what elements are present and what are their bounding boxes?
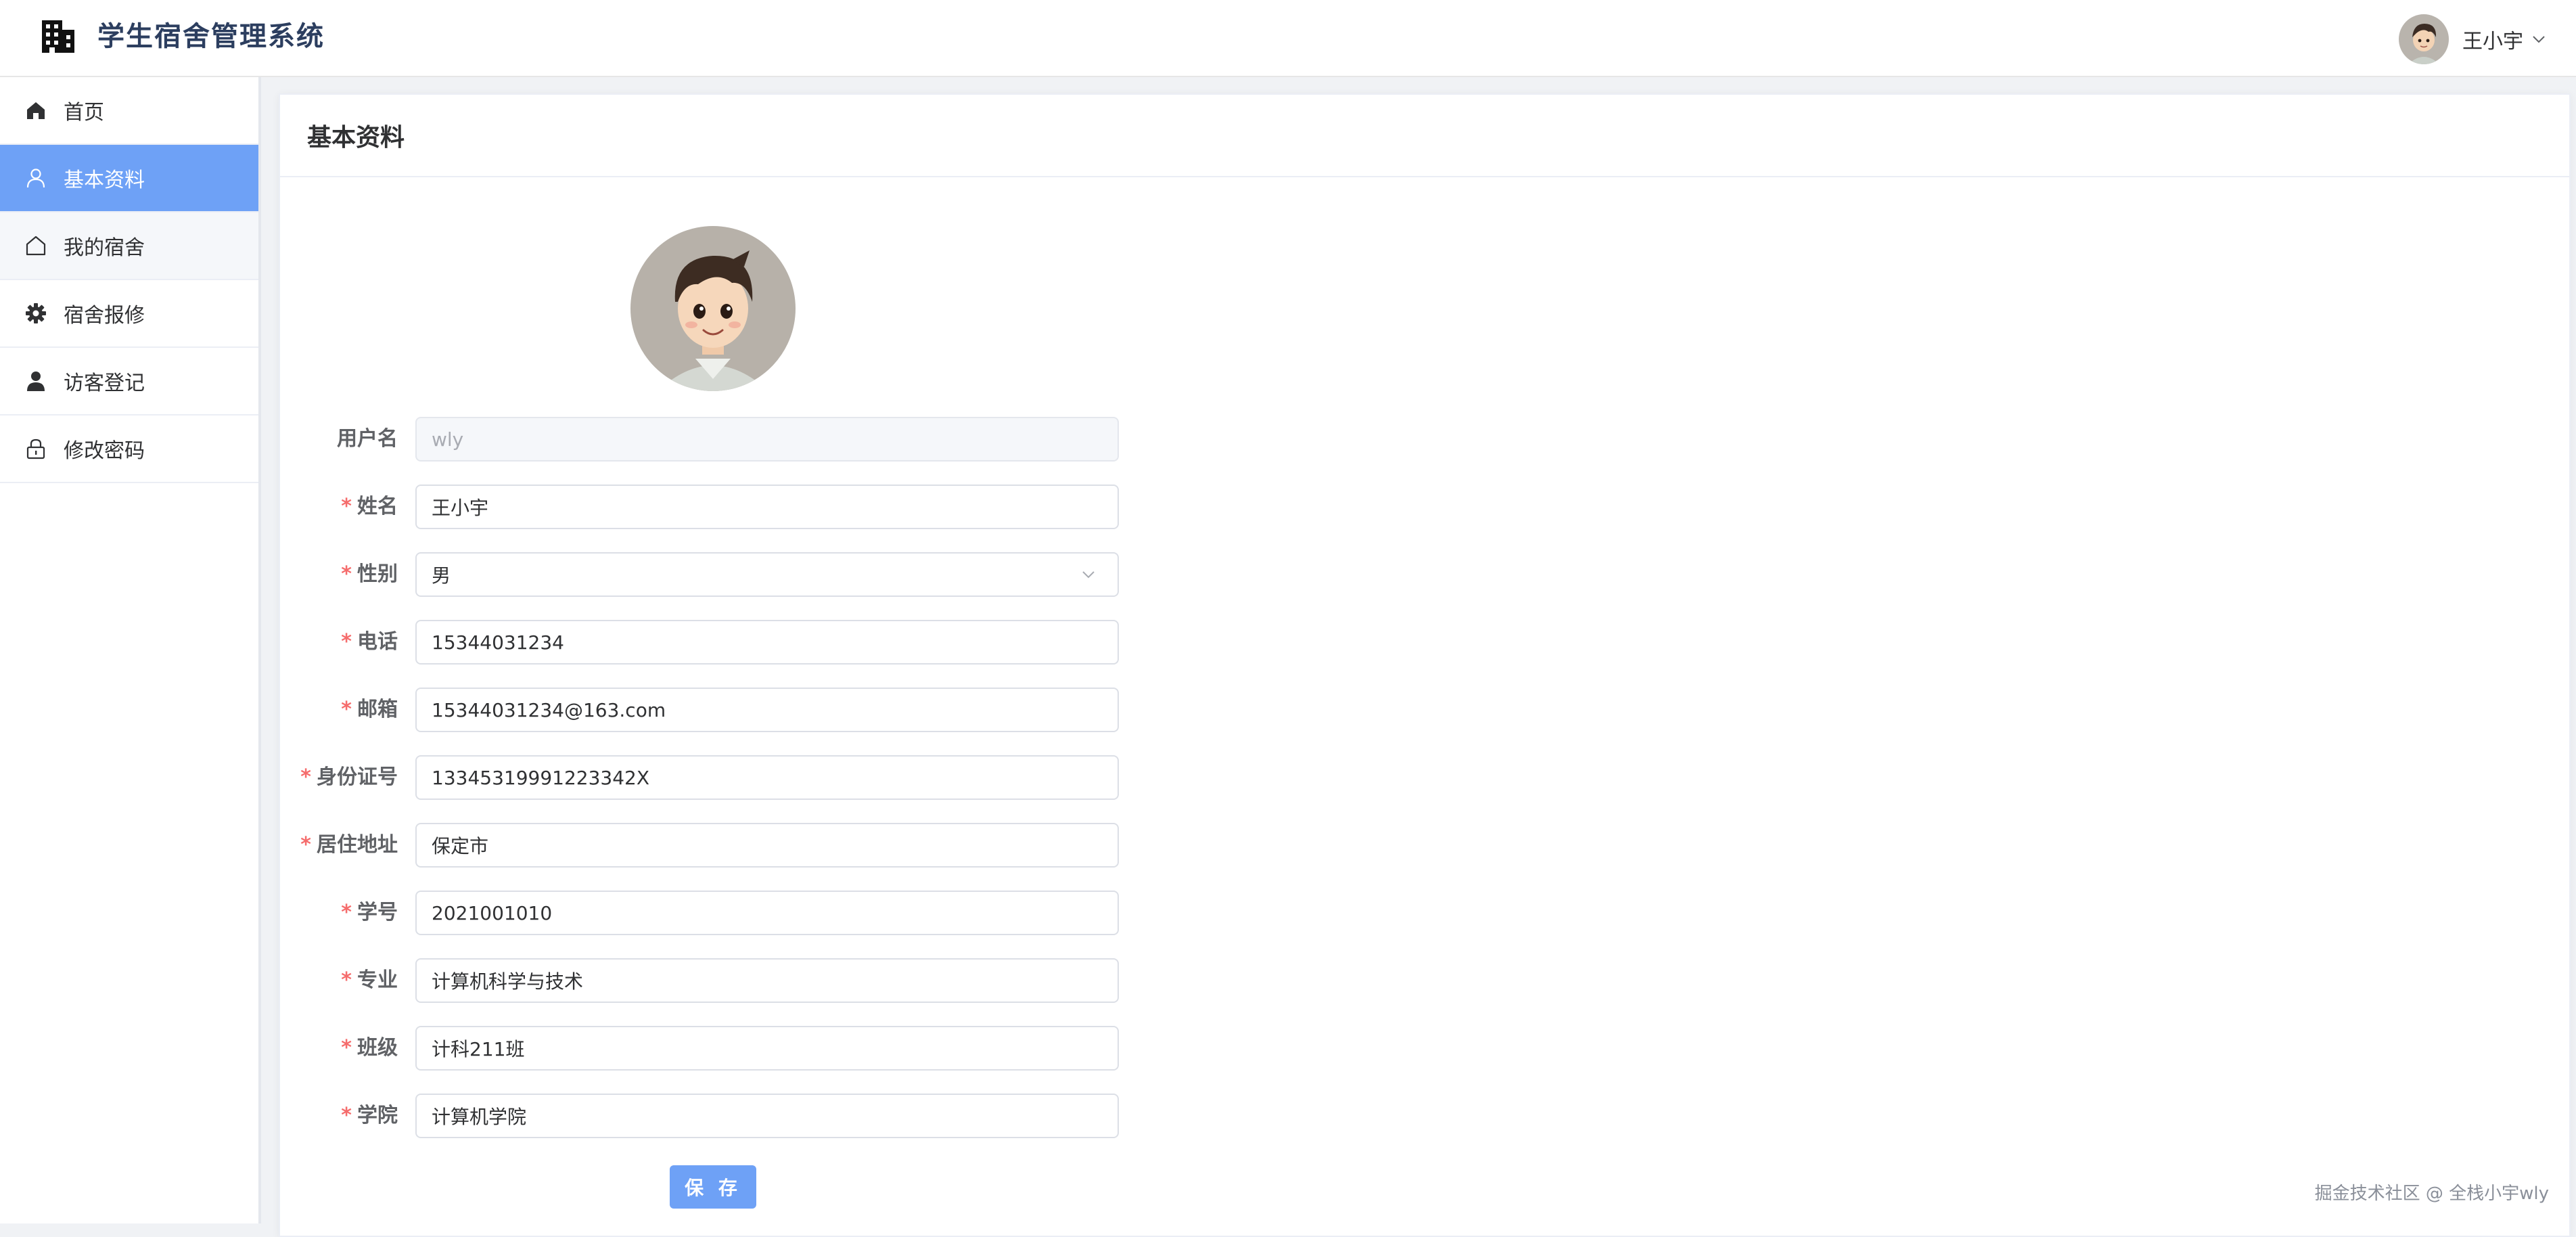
name-label: * 姓名 bbox=[341, 495, 398, 518]
sidebar-item-my-dorm[interactable]: 我的宿舍 bbox=[0, 212, 258, 280]
form-row-college: * 学院 bbox=[280, 1094, 1119, 1138]
app-title: 学生宿舍管理系统 bbox=[97, 21, 325, 52]
address-field[interactable] bbox=[415, 823, 1119, 868]
sidebar-item-home[interactable]: 首页 bbox=[0, 77, 258, 145]
page-title: 基本资料 bbox=[280, 95, 2569, 177]
sidebar-item-label: 我的宿舍 bbox=[64, 236, 145, 260]
home-icon bbox=[27, 102, 45, 119]
gender-label: * 性别 bbox=[341, 562, 398, 586]
class-field[interactable] bbox=[415, 1026, 1119, 1071]
username-field[interactable] bbox=[415, 417, 1119, 462]
student-no-label: * 学号 bbox=[341, 901, 398, 924]
user-menu[interactable]: 王小宇 bbox=[2399, 14, 2548, 65]
sidebar-item-label: 首页 bbox=[64, 101, 104, 125]
sidebar-item-label: 修改密码 bbox=[64, 439, 145, 463]
building-icon bbox=[42, 20, 74, 53]
top-header: 学生宿舍管理系统 王小宇 bbox=[0, 0, 2576, 77]
user-filled-icon bbox=[27, 372, 45, 391]
sidebar-item-visitors[interactable]: 访客登记 bbox=[0, 348, 258, 415]
sidebar-item-repair[interactable]: 宿舍报修 bbox=[0, 280, 258, 348]
form-row-gender: * 性别 bbox=[280, 552, 1119, 597]
college-label: * 学院 bbox=[341, 1104, 398, 1127]
phone-field[interactable] bbox=[415, 620, 1119, 665]
user-outline-icon bbox=[26, 168, 45, 188]
sidebar-item-label: 访客登记 bbox=[64, 372, 145, 395]
brand: 学生宿舍管理系统 bbox=[39, 18, 325, 55]
form-row-email: * 邮箱 bbox=[280, 688, 1119, 732]
watermark: 掘金技术社区 @ 全栈小宇wly bbox=[2314, 1184, 2549, 1204]
chevron-down-icon[interactable] bbox=[2530, 30, 2548, 48]
name-field[interactable] bbox=[415, 485, 1119, 529]
chevron-down-icon[interactable] bbox=[1080, 566, 1097, 583]
form-row-student-no: * 学号 bbox=[280, 891, 1119, 935]
address-label: * 居住地址 bbox=[300, 833, 398, 857]
gear-icon bbox=[26, 303, 46, 323]
user-name[interactable]: 王小宇 bbox=[2462, 24, 2523, 54]
username-label: 用户名 bbox=[337, 427, 398, 451]
id-card-field[interactable] bbox=[415, 755, 1119, 800]
gender-select[interactable] bbox=[415, 552, 1119, 597]
student-no-field[interactable] bbox=[415, 891, 1119, 935]
avatar[interactable] bbox=[2399, 14, 2449, 64]
profile-avatar[interactable] bbox=[630, 226, 796, 391]
major-label: * 专业 bbox=[341, 968, 398, 992]
college-field[interactable] bbox=[415, 1094, 1119, 1138]
profile-card: 基本资料 用户名 *姓名 *性别 *电话 *邮 bbox=[279, 93, 2571, 1237]
form-row-name: * 姓名 bbox=[280, 485, 1119, 529]
form-row-class: * 班级 bbox=[280, 1026, 1119, 1071]
sidebar-item-profile[interactable]: 基本资料 bbox=[0, 145, 258, 212]
sidebar-item-change-password[interactable]: 修改密码 bbox=[0, 415, 258, 483]
sidebar: 首页 基本资料 我的宿舍 宿舍报修 访客登记 修改密码 bbox=[0, 77, 261, 1223]
form-row-phone: * 电话 bbox=[280, 620, 1119, 665]
email-field[interactable] bbox=[415, 688, 1119, 732]
class-label: * 班级 bbox=[341, 1036, 398, 1060]
save-button[interactable]: 保 存 bbox=[670, 1165, 756, 1209]
sidebar-item-label: 宿舍报修 bbox=[64, 304, 145, 328]
form-row-username: 用户名 bbox=[280, 417, 1119, 462]
lock-icon bbox=[26, 438, 45, 459]
form-row-major: * 专业 bbox=[280, 958, 1119, 1003]
form-row-address: * 居住地址 bbox=[280, 823, 1119, 868]
form-row-id-card: * 身份证号 bbox=[280, 755, 1119, 800]
email-label: * 邮箱 bbox=[341, 698, 398, 721]
id-card-label: * 身份证号 bbox=[300, 765, 398, 789]
house-outline-icon bbox=[26, 235, 46, 256]
major-field[interactable] bbox=[415, 958, 1119, 1003]
sidebar-item-label: 基本资料 bbox=[64, 168, 145, 192]
phone-label: * 电话 bbox=[341, 630, 398, 654]
